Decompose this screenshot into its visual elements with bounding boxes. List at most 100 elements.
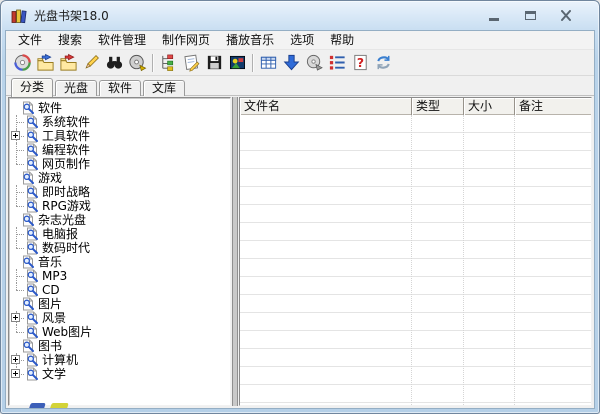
disc-button[interactable] (11, 52, 34, 74)
close-button[interactable] (555, 8, 577, 23)
tree-node[interactable]: 系统软件 (9, 115, 230, 129)
tree-node[interactable]: 游戏 (9, 171, 230, 185)
window-controls (483, 8, 591, 23)
toolbar-separator (152, 54, 154, 72)
tab-0[interactable]: 分类 (11, 78, 53, 97)
binoculars-search-button[interactable] (103, 52, 126, 74)
maximize-button[interactable] (519, 8, 541, 23)
tab-2[interactable]: 软件 (99, 80, 141, 96)
menu-item-2[interactable]: 软件管理 (90, 31, 154, 49)
refresh-button[interactable] (372, 52, 395, 74)
tree-node-label: 系统软件 (42, 115, 90, 129)
category-tree-icon (159, 53, 178, 72)
folder-export-button[interactable] (57, 52, 80, 74)
category-tree-panel[interactable]: 软件系统软件工具软件编程软件网页制作游戏即时战略RPG游戏杂志光盘电脑报数码时代… (8, 97, 231, 406)
folder-export-icon (59, 53, 78, 72)
menu-item-3[interactable]: 制作网页 (154, 31, 218, 49)
folder-import-button[interactable] (34, 52, 57, 74)
menubar: 文件搜索软件管理制作网页播放音乐选项帮助 (6, 31, 594, 50)
tree-node-label: 音乐 (38, 255, 62, 269)
clipped-icon-yellow (50, 403, 69, 408)
menu-item-4[interactable]: 播放音乐 (218, 31, 282, 49)
panel-splitter[interactable] (232, 97, 238, 406)
expand-plus-icon[interactable] (11, 355, 20, 364)
options-list-button[interactable] (326, 52, 349, 74)
tree-node[interactable]: 编程软件 (9, 143, 230, 157)
column-header-1[interactable]: 类型 (412, 98, 464, 115)
expand-plus-icon[interactable] (11, 369, 20, 378)
column-header-2[interactable]: 大小 (464, 98, 515, 115)
clipped-icon-blue (29, 403, 46, 408)
tree-node-label: CD (42, 283, 60, 297)
grid-column-line (514, 115, 515, 405)
tree-node[interactable]: 数码时代 (9, 241, 230, 255)
column-header-3[interactable]: 备注 (515, 98, 591, 115)
tree-connector (9, 353, 25, 367)
tree-node[interactable]: 工具软件 (9, 129, 230, 143)
client-area: 文件搜索软件管理制作网页播放音乐选项帮助 ? 分类光盘软件文库 软件系统软件工具… (5, 30, 595, 409)
image-button[interactable] (226, 52, 249, 74)
menu-item-1[interactable]: 搜索 (50, 31, 90, 49)
tree-node[interactable]: 软件 (9, 101, 230, 115)
tree-node-label: 图书 (38, 339, 62, 353)
edit-note-button[interactable] (180, 52, 203, 74)
tree-node[interactable]: RPG游戏 (9, 199, 230, 213)
category-tree-button[interactable] (157, 52, 180, 74)
edit-pencil-button[interactable] (80, 52, 103, 74)
tree-node[interactable]: 风景 (9, 311, 230, 325)
disc-tool-button[interactable] (303, 52, 326, 74)
tab-1[interactable]: 光盘 (55, 80, 97, 96)
tab-3[interactable]: 文库 (143, 80, 185, 96)
download-arrow-button[interactable] (280, 52, 303, 74)
doc-search-icon (25, 353, 39, 367)
tree-node-label: 文学 (42, 367, 66, 381)
tree-node-label: 编程软件 (42, 143, 90, 157)
expand-plus-icon[interactable] (11, 131, 20, 140)
tree-node[interactable]: 图片 (9, 297, 230, 311)
minimize-button[interactable] (483, 8, 505, 23)
list-body[interactable] (240, 115, 591, 405)
tree-node[interactable]: Web图片 (9, 325, 230, 339)
tree-node[interactable]: 即时战略 (9, 185, 230, 199)
edit-pencil-icon (82, 53, 101, 72)
tree-node-label: 图片 (38, 297, 62, 311)
tree-node-label: 工具软件 (42, 129, 90, 143)
file-list-panel[interactable]: 文件名类型大小备注 (239, 97, 592, 406)
help-page-button[interactable]: ? (349, 52, 372, 74)
titlebar[interactable]: 光盘书架18.0 (1, 1, 599, 30)
tree-node[interactable]: 音乐 (9, 255, 230, 269)
doc-search-icon (25, 115, 39, 129)
minimize-icon (489, 18, 499, 21)
help-page-icon: ? (351, 53, 370, 72)
tree-node[interactable]: CD (9, 283, 230, 297)
menu-item-0[interactable]: 文件 (10, 31, 50, 49)
tree-node[interactable]: MP3 (9, 269, 230, 283)
save-floppy-icon (205, 53, 224, 72)
app-logo-books-icon (11, 8, 28, 24)
toolbar-group-2: ? (257, 52, 395, 74)
expand-plus-icon[interactable] (11, 313, 20, 322)
menu-item-6[interactable]: 帮助 (322, 31, 362, 49)
column-header-0[interactable]: 文件名 (240, 98, 412, 115)
table-grid-button[interactable] (257, 52, 280, 74)
tree-node[interactable]: 文学 (9, 367, 230, 381)
menu-item-5[interactable]: 选项 (282, 31, 322, 49)
toolbar-separator (252, 54, 254, 72)
save-floppy-button[interactable] (203, 52, 226, 74)
doc-search-icon (21, 297, 35, 311)
tree-node[interactable]: 杂志光盘 (9, 213, 230, 227)
download-arrow-icon (282, 53, 301, 72)
tree-connector (9, 325, 25, 339)
tree-node[interactable]: 网页制作 (9, 157, 230, 171)
doc-search-icon (25, 325, 39, 339)
tree-node[interactable]: 计算机 (9, 353, 230, 367)
tree-node-label: 计算机 (42, 353, 78, 367)
tree-node[interactable]: 电脑报 (9, 227, 230, 241)
edit-note-icon (182, 53, 201, 72)
tree-node-label: 杂志光盘 (38, 213, 86, 227)
disc-burn-button[interactable] (126, 52, 149, 74)
tree-node[interactable]: 图书 (9, 339, 230, 353)
refresh-icon (374, 53, 393, 72)
doc-search-icon (25, 367, 39, 381)
doc-search-icon (21, 255, 35, 269)
